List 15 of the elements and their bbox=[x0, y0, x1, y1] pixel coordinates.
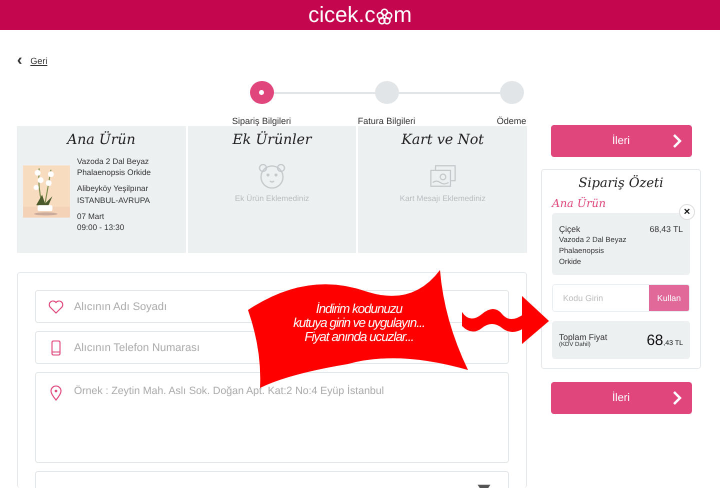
panel-title: Ana Ürün bbox=[67, 132, 136, 148]
step-label: Fatura Bilgileri bbox=[358, 116, 416, 126]
panel-title: Ek Ürünler bbox=[232, 132, 312, 148]
item-category: Çiçek bbox=[559, 223, 580, 236]
product-name: Vazoda 2 Dal Beyaz Phalaenopsis Orkide bbox=[77, 156, 152, 178]
delivery-time: 07 Mart 09:00 - 13:30 bbox=[77, 210, 126, 234]
section-title: Ana Ürün bbox=[552, 197, 607, 210]
delivery-address: Alibeyköy Yeşilpınar ISTANBUL-AVRUPA bbox=[77, 183, 151, 206]
item-price: 68,43 TL bbox=[650, 223, 683, 236]
total-label: Toplam Fiyat bbox=[559, 332, 608, 342]
promo-text: İndirim kodunuzu kutuya girin ve uygulayın... Fiyat anında ucuzlar... bbox=[292, 302, 426, 344]
step-label: Sipariş Bilgileri bbox=[232, 116, 292, 126]
panel-title: Kart ve Not bbox=[401, 132, 484, 148]
step-label: Ödeme bbox=[496, 116, 526, 126]
summary-title: Sipariş Özeti bbox=[578, 176, 664, 191]
